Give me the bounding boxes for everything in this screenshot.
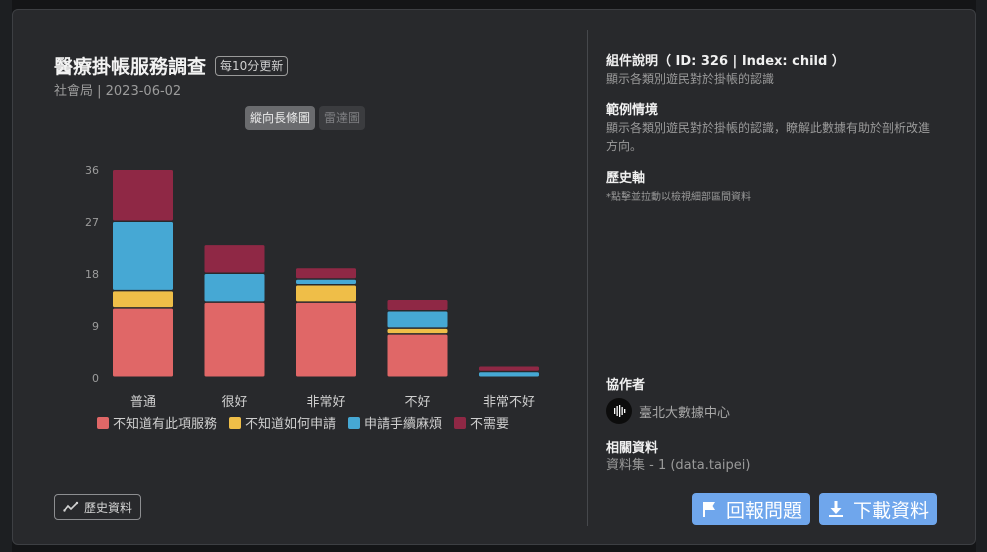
component-info: 組件說明（ ID: 326 | Index: child ） 顯示各類別遊民對於… [606, 50, 845, 88]
collaborator-name: 臺北大數據中心 [639, 405, 731, 421]
legend-swatch-1 [229, 416, 242, 429]
collaborator-title: 協作者 [606, 378, 646, 393]
download-data-label: 下載資料 [853, 499, 930, 522]
bar-segment-1-0[interactable] [204, 302, 265, 377]
bar-segment-3-2[interactable] [387, 311, 448, 328]
legend-label-2: 申請手續麻煩 [364, 417, 443, 432]
collaborator-section: 協作者 臺北大數據中心 [606, 374, 730, 424]
bar-segment-3-3[interactable] [387, 300, 448, 311]
legend-item-2[interactable]: 申請手續麻煩 [348, 413, 442, 432]
x-category-label-0: 普通 [130, 395, 156, 410]
legend-item-0[interactable]: 不知道有此項服務 [97, 413, 217, 432]
x-category-label-1: 很好 [221, 395, 247, 410]
bar-segment-1-3[interactable] [204, 245, 265, 273]
legend-item-3[interactable]: 不需要 [454, 413, 509, 432]
bar-segment-3-0[interactable] [387, 334, 448, 377]
bar-segment-0-0[interactable] [113, 308, 173, 377]
y-tick-label-3: 27 [85, 216, 99, 229]
trend-icon [63, 501, 79, 512]
component-detail-modal: 醫療掛帳服務調查 每10分更新 社會局 | 2023-06-02 縱向長條圖 雷… [12, 9, 976, 545]
radar-chart-tab[interactable]: 雷達圖 [319, 106, 366, 130]
x-category-label-4: 非常不好 [483, 395, 535, 410]
bar-segment-4-3[interactable] [479, 366, 539, 371]
legend-swatch-2 [348, 416, 361, 429]
bar-segment-0-1[interactable] [113, 291, 173, 308]
related-data-title: 相關資料 [606, 441, 659, 456]
history-axis-info: 歷史軸 *點擊並拉動以檢視細部區間資料 [606, 167, 751, 203]
report-issue-label: 回報問題 [726, 499, 803, 522]
bar-segment-0-3[interactable] [113, 170, 173, 221]
bar-segment-1-2[interactable] [204, 274, 265, 302]
history-axis-note: *點擊並拉動以檢視細部區間資料 [606, 192, 751, 203]
history-axis-title: 歷史軸 [606, 171, 646, 186]
bar-segment-2-3[interactable] [296, 268, 356, 279]
page-title: 醫療掛帳服務調查 [54, 56, 207, 78]
y-tick-label-1: 9 [92, 320, 99, 333]
component-info-desc: 顯示各類別遊民對於掛帳的認識 [606, 72, 775, 86]
report-issue-button[interactable]: 回報問題 [692, 493, 810, 525]
history-data-label: 歷史資料 [84, 500, 133, 515]
legend-item-1[interactable]: 不知道如何申請 [229, 413, 336, 432]
legend-label-0: 不知道有此項服務 [113, 417, 218, 432]
component-info-title: 組件說明（ ID: 326 | Index: child ） [606, 54, 845, 69]
bar-segment-4-2[interactable] [479, 372, 539, 377]
related-data-section: 相關資料 資料集 - 1 (data.taipei) [606, 437, 750, 475]
y-tick-label-0: 0 [92, 372, 99, 385]
scenario-desc: 顯示各類別遊民對於掛帳的認識，瞭解此數據有助於剖析改進方向。 [606, 121, 931, 153]
download-icon [829, 501, 843, 517]
legend-label-1: 不知道如何申請 [245, 417, 337, 432]
collaborator-row: 臺北大數據中心 [606, 398, 730, 424]
source-date: 社會局 | 2023-06-02 [54, 84, 182, 99]
history-data-button[interactable]: 歷史資料 [54, 494, 142, 520]
scenario-title: 範例情境 [606, 103, 659, 118]
y-tick-label-4: 36 [85, 164, 99, 177]
bar-segment-2-2[interactable] [296, 279, 356, 285]
chart-type-toggle: 縱向長條圖 雷達圖 [245, 106, 366, 130]
y-tick-label-2: 18 [85, 268, 99, 281]
bar-segment-2-0[interactable] [296, 302, 356, 377]
download-data-button[interactable]: 下載資料 [819, 493, 937, 525]
flag-icon [703, 502, 715, 517]
bar-segment-2-1[interactable] [296, 285, 356, 302]
vertical-divider [587, 30, 588, 526]
stacked-bar-chart: 0 9 18 27 36 普通 很好 非常好 不好 非常不好 [85, 164, 539, 410]
bar-segment-0-2[interactable] [113, 222, 173, 290]
update-frequency-badge: 每10分更新 [215, 55, 289, 76]
legend-swatch-0 [97, 416, 109, 429]
bar-chart-tab[interactable]: 縱向長條圖 [245, 106, 316, 130]
taipei-data-logo-icon [614, 405, 626, 417]
related-dataset-link[interactable]: 資料集 - 1 (data.taipei) [606, 457, 750, 475]
bar-segment-3-1[interactable] [387, 328, 448, 334]
chart-legend: 不知道有此項服務 不知道如何申請 申請手續麻煩 不需要 [97, 413, 509, 432]
title-row: 醫療掛帳服務調查 每10分更新 [54, 52, 289, 79]
legend-swatch-3 [454, 416, 467, 429]
legend-label-3: 不需要 [470, 417, 510, 432]
collaborator-avatar [606, 398, 632, 424]
x-category-label-3: 不好 [404, 395, 430, 410]
x-category-label-2: 非常好 [306, 395, 345, 410]
scenario-info: 範例情境 顯示各類別遊民對於掛帳的認識，瞭解此數據有助於剖析改進方向。 [606, 99, 936, 155]
